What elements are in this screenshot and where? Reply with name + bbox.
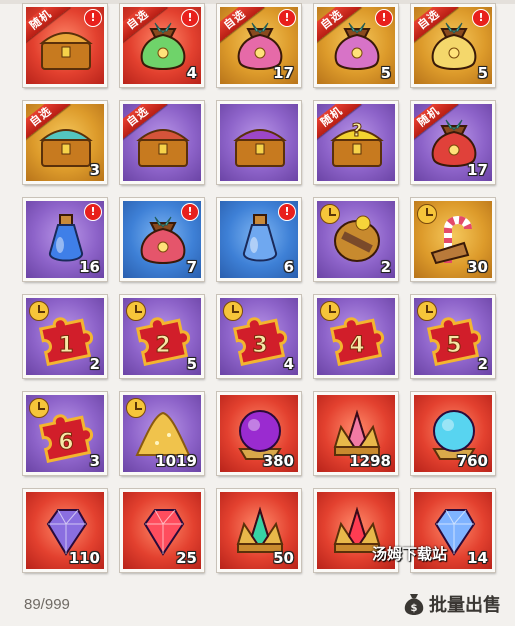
clock-icon (29, 398, 49, 418)
alert-badge-icon: ! (278, 203, 296, 221)
inventory-slot[interactable]: 34 (217, 295, 301, 378)
item-count: 50 (273, 549, 294, 567)
item-count: 7 (186, 258, 197, 276)
clock-icon (320, 204, 340, 224)
svg-text:1: 1 (58, 333, 73, 358)
item-count: 14 (467, 549, 488, 567)
svg-text:2: 2 (155, 333, 170, 358)
item-count: 4 (283, 355, 294, 373)
item-count: 17 (467, 161, 488, 179)
inventory-slot[interactable]: 1298 (314, 392, 398, 475)
bulk-sell-button[interactable]: $ 批量出售 (403, 590, 501, 618)
alert-badge-icon: ! (472, 9, 490, 27)
clock-icon (223, 301, 243, 321)
clock-icon (417, 204, 437, 224)
item-count: 1019 (155, 452, 197, 470)
svg-text:3: 3 (252, 333, 267, 358)
item-count: 5 (380, 64, 391, 82)
inventory-slot[interactable] (217, 101, 301, 184)
inventory-slot[interactable]: 随机! (23, 4, 107, 87)
item-count: 16 (79, 258, 100, 276)
item-count: 760 (456, 452, 488, 470)
inventory-grid: 随机! 自选! 4 自选! 17 自选! 5 自选! 5 自选 3 自选 ? 随… (23, 4, 495, 572)
item-count: 30 (467, 258, 488, 276)
inventory-slot[interactable]: 自选! 4 (120, 4, 204, 87)
inventory-slot[interactable]: ? 随机 (314, 101, 398, 184)
item-count: 380 (262, 452, 294, 470)
alert-badge-icon: ! (375, 9, 393, 27)
inventory-slot[interactable]: ! 16 (23, 198, 107, 281)
svg-text:4: 4 (349, 333, 364, 358)
item-count: 5 (477, 64, 488, 82)
clock-icon (417, 301, 437, 321)
item-image (230, 112, 290, 172)
inventory-slot[interactable]: 自选! 17 (217, 4, 301, 87)
item-count: 2 (89, 355, 100, 373)
inventory-panel: 随机! 自选! 4 自选! 17 自选! 5 自选! 5 自选 3 自选 ? 随… (0, 0, 515, 626)
inventory-slot[interactable]: 110 (23, 489, 107, 572)
svg-text:$: $ (411, 603, 418, 614)
inventory-slot[interactable]: 380 (217, 392, 301, 475)
item-count: 2 (380, 258, 391, 276)
item-count: 2 (477, 355, 488, 373)
inventory-slot[interactable]: 4 (314, 295, 398, 378)
alert-badge-icon: ! (84, 9, 102, 27)
inventory-slot[interactable]: 63 (23, 392, 107, 475)
inventory-slot[interactable]: 30 (411, 198, 495, 281)
inventory-slot[interactable]: 自选! 5 (314, 4, 398, 87)
bulk-sell-label: 批量出售 (429, 595, 501, 616)
alert-badge-icon: ! (181, 9, 199, 27)
alert-badge-icon: ! (278, 9, 296, 27)
inventory-slot[interactable]: 12 (23, 295, 107, 378)
inventory-slot[interactable]: ! 7 (120, 198, 204, 281)
inventory-slot[interactable]: 2 (314, 198, 398, 281)
alert-badge-icon: ! (181, 203, 199, 221)
inventory-capacity: 89/999 (24, 596, 70, 613)
inventory-slot[interactable]: ! 6 (217, 198, 301, 281)
inventory-slot[interactable]: 自选! 5 (411, 4, 495, 87)
item-count: 6 (283, 258, 294, 276)
inventory-slot[interactable]: 25 (120, 489, 204, 572)
svg-text:5: 5 (446, 333, 461, 358)
item-count: 17 (273, 64, 294, 82)
watermark: 汤姆下载站 (372, 545, 448, 563)
item-count: 1298 (349, 452, 391, 470)
clock-icon (126, 301, 146, 321)
clock-icon (320, 301, 340, 321)
item-count: 4 (186, 64, 197, 82)
svg-text:?: ? (352, 120, 362, 141)
svg-text:6: 6 (58, 430, 73, 455)
inventory-slot[interactable]: 自选 3 (23, 101, 107, 184)
item-count: 3 (89, 161, 100, 179)
item-count: 25 (176, 549, 197, 567)
inventory-slot[interactable]: 自选 (120, 101, 204, 184)
inventory-slot[interactable]: 25 (120, 295, 204, 378)
item-count: 5 (186, 355, 197, 373)
alert-badge-icon: ! (84, 203, 102, 221)
inventory-slot[interactable]: 随机 17 (411, 101, 495, 184)
inventory-slot[interactable]: 1019 (120, 392, 204, 475)
clock-icon (126, 398, 146, 418)
item-count: 110 (68, 549, 100, 567)
money-bag-icon: $ (404, 594, 424, 615)
item-count: 3 (89, 452, 100, 470)
inventory-slot[interactable]: 50 (217, 489, 301, 572)
clock-icon (29, 301, 49, 321)
inventory-slot[interactable]: 52 (411, 295, 495, 378)
inventory-slot[interactable]: 760 (411, 392, 495, 475)
